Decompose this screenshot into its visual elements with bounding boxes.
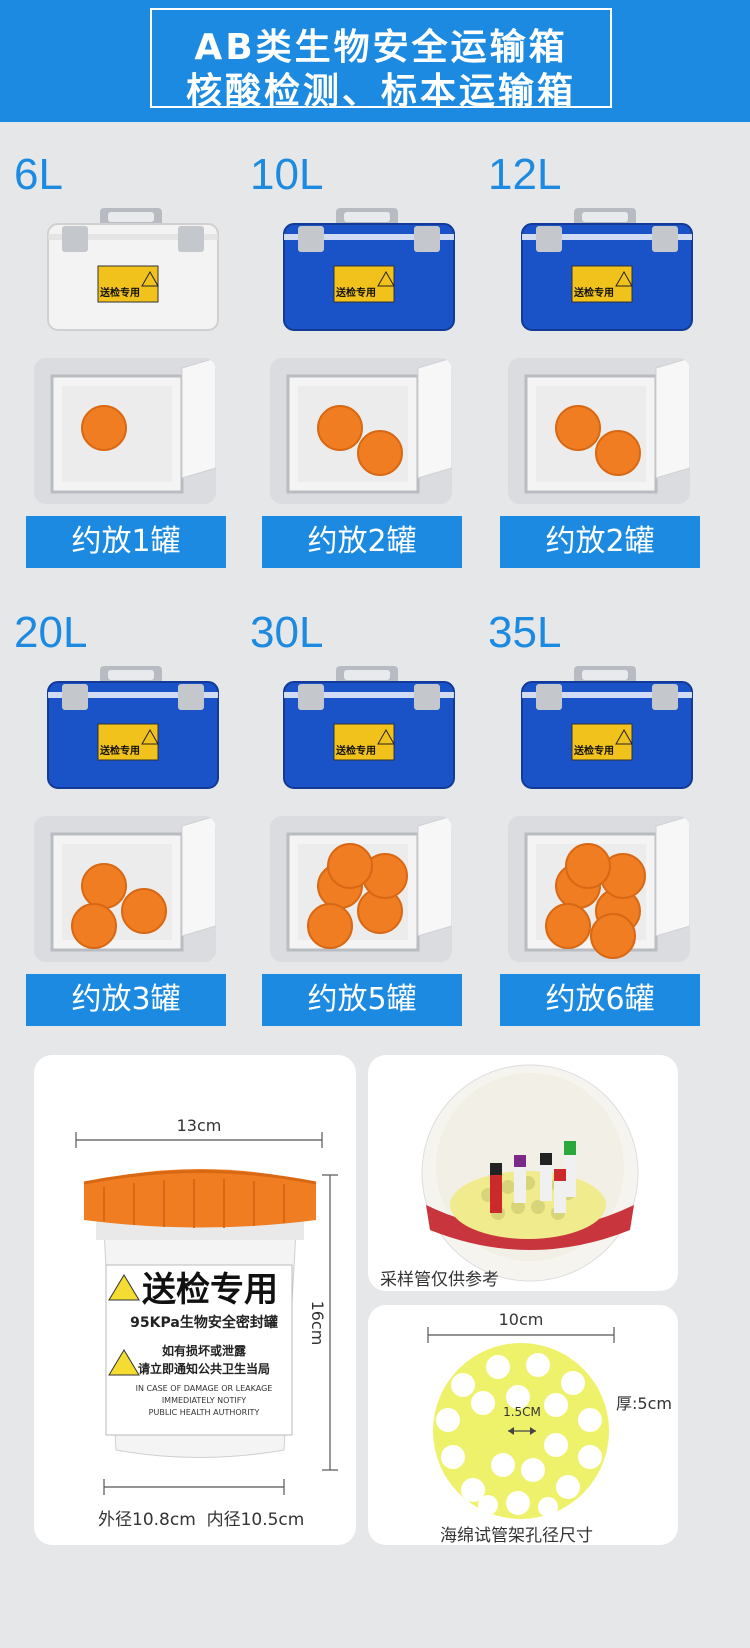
can-label-warn2: 请立即通知公共卫生当局 <box>138 1361 270 1376</box>
box-interior-photo <box>34 358 216 504</box>
capacity-caption: 约放5罐 <box>262 974 462 1026</box>
box-sticker-text: 送检专用 <box>335 744 376 757</box>
sponge-rack-illustration: 10cm 1.5CM 厚:5cm <box>427 1310 672 1519</box>
product-card: 30L 送检专用约放5罐 <box>250 608 490 1028</box>
can-label-title: 送检专用 <box>142 1270 278 1310</box>
title-banner: AB类生物安全运输箱 核酸检测、标本运输箱 <box>0 0 750 122</box>
capacity-caption: 约放3罐 <box>26 974 226 1026</box>
can-diameter-text: 外径10.8cm 内径10.5cm <box>98 1510 305 1530</box>
transport-box-image: 送检专用 <box>516 658 716 798</box>
tube-rack-illustration <box>421 1064 639 1282</box>
sponge-width-label: 10cm <box>499 1310 544 1329</box>
product-card: 12L 送检专用约放2罐 <box>488 150 728 570</box>
product-card: 10L 送检专用约放2罐 <box>250 150 490 570</box>
transport-box-image: 送检专用 <box>42 658 242 798</box>
capacity-label: 6L <box>14 150 63 199</box>
box-sticker-text: 送检专用 <box>335 286 376 299</box>
capacity-label: 12L <box>488 150 562 199</box>
box-sticker-text: 送检专用 <box>99 744 140 757</box>
can-label-en3: PUBLIC HEALTH AUTHORITY <box>149 1408 260 1417</box>
can-label-en2: IMMEDIATELY NOTIFY <box>162 1396 246 1405</box>
capacity-label: 20L <box>14 608 88 657</box>
sponge-hole-label: 1.5CM <box>503 1405 541 1419</box>
box-interior-photo <box>508 358 690 504</box>
tube-rack-panel: 采样管仅供参考 <box>368 1055 678 1291</box>
title-frame: AB类生物安全运输箱 核酸检测、标本运输箱 <box>150 8 612 112</box>
can-dimension-panel: 13cm 16cm 送检专用 95KPa生物安全密封罐 如有损坏或泄露 请立即通… <box>34 1055 356 1545</box>
can-height-label: 16cm <box>308 1301 327 1346</box>
capacity-label: 30L <box>250 608 324 657</box>
box-sticker-text: 送检专用 <box>573 286 614 299</box>
box-sticker-text: 送检专用 <box>99 286 140 299</box>
can-label-sub: 95KPa生物安全密封罐 <box>130 1314 278 1331</box>
transport-box-image: 送检专用 <box>516 200 716 340</box>
box-interior-photo <box>270 816 452 962</box>
sponge-thickness-label: 厚:5cm <box>616 1394 672 1413</box>
capacity-caption: 约放1罐 <box>26 516 226 568</box>
box-interior-photo <box>270 358 452 504</box>
capacity-label: 35L <box>488 608 562 657</box>
sponge-rack-panel: 10cm 1.5CM 厚:5cm 海绵试管架孔径尺寸 <box>368 1305 678 1546</box>
product-card: 35L 送检专用约放6罐 <box>488 608 728 1028</box>
title-line-2: 核酸检测、标本运输箱 <box>185 71 576 112</box>
transport-box-image: 送检专用 <box>42 200 242 340</box>
box-sticker-text: 送检专用 <box>573 744 614 757</box>
transport-box-image: 送检专用 <box>278 658 478 798</box>
can-label-warn1: 如有损坏或泄露 <box>162 1343 247 1358</box>
sponge-caption: 海绵试管架孔径尺寸 <box>440 1526 593 1546</box>
can-illustration: 13cm 16cm 送检专用 95KPa生物安全密封罐 如有损坏或泄露 请立即通… <box>75 1116 338 1495</box>
capacity-caption: 约放2罐 <box>500 516 700 568</box>
capacity-label: 10L <box>250 150 324 199</box>
tube-rack-caption: 采样管仅供参考 <box>380 1270 499 1290</box>
capacity-caption: 约放6罐 <box>500 974 700 1026</box>
box-interior-photo <box>34 816 216 962</box>
product-card: 20L 送检专用约放3罐 <box>14 608 254 1028</box>
can-width-label: 13cm <box>177 1116 222 1135</box>
can-label-en1: IN CASE OF DAMAGE OR LEAKAGE <box>136 1384 273 1393</box>
product-card: 6L 送检专用约放1罐 <box>14 150 254 570</box>
box-interior-photo <box>508 816 690 962</box>
transport-box-image: 送检专用 <box>278 200 478 340</box>
capacity-caption: 约放2罐 <box>262 516 462 568</box>
